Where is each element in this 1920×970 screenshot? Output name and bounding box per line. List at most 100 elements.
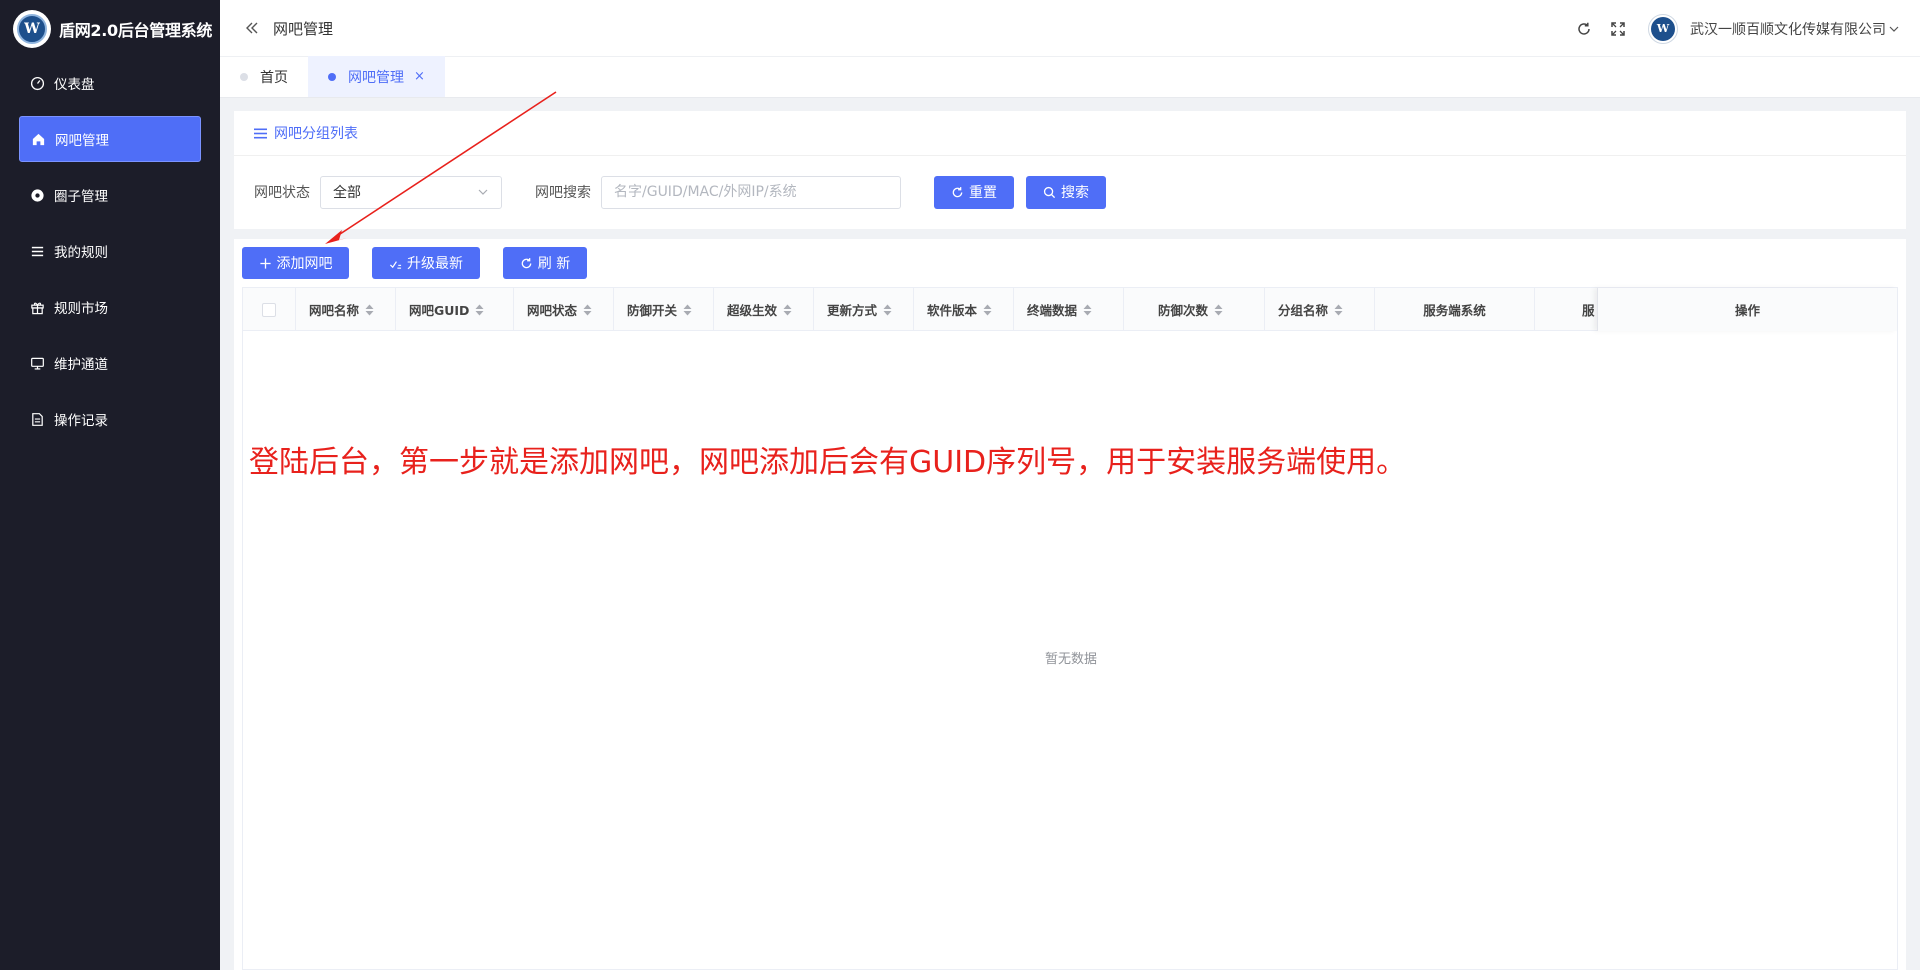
column-label: 网吧GUID — [409, 303, 470, 318]
column-label: 操作 — [1734, 303, 1760, 318]
sort-icon — [365, 304, 374, 315]
refresh-icon — [521, 257, 532, 268]
netbar-table: 网吧名称 网吧GUID 网吧状态 防御开关 超级生效 更新方式 软件版本 终端数… — [242, 287, 1898, 970]
company-name[interactable]: 武汉一顺百顺文化传媒有限公司 — [1690, 19, 1886, 39]
collapse-sidebar-icon[interactable] — [244, 20, 260, 36]
column-label: 更新方式 — [827, 303, 878, 318]
sidebar-item-netbar[interactable]: 网吧管理 — [19, 116, 201, 162]
add-netbar-label: 添加网吧 — [276, 256, 333, 272]
upgrade-latest-button[interactable]: 升级最新 — [372, 247, 480, 279]
empty-state-text: 暂无数据 — [1044, 652, 1097, 667]
tab-label: 首页 — [260, 69, 288, 86]
sort-icon — [783, 304, 792, 315]
search-input[interactable] — [601, 175, 901, 209]
sort-icon — [583, 304, 592, 315]
status-select[interactable]: 全部 — [320, 175, 502, 209]
column-header[interactable]: 终端数据 — [1014, 288, 1124, 331]
select-all-cell — [243, 288, 296, 331]
avatar-letter: W — [1651, 16, 1675, 41]
home-icon — [30, 131, 46, 147]
column-label: 超级生效 — [727, 303, 778, 318]
column-label: 防御次数 — [1158, 303, 1209, 318]
tab-dot-icon — [328, 72, 336, 81]
page-title: 网吧管理 — [273, 19, 334, 38]
column-header[interactable]: 网吧GUID — [396, 288, 514, 331]
column-header[interactable]: 软件版本 — [914, 288, 1014, 331]
column-header-actions: 操作 — [1597, 288, 1897, 331]
reload-icon[interactable] — [1576, 21, 1592, 37]
sidebar-item-dashboard[interactable]: 仪表盘 — [19, 60, 201, 106]
sort-icon — [883, 304, 892, 315]
sort-icon — [1083, 304, 1092, 315]
fullscreen-icon[interactable] — [1610, 21, 1626, 37]
dashboard-icon — [29, 75, 45, 91]
plus-icon — [259, 257, 271, 269]
column-header[interactable]: 更新方式 — [814, 288, 914, 331]
chevron-down-icon — [478, 189, 488, 195]
sidebar-item-label: 规则市场 — [54, 301, 108, 317]
circle-icon — [29, 187, 45, 203]
search-icon — [1043, 186, 1056, 198]
sidebar-item-label: 仪表盘 — [54, 77, 95, 93]
sidebar-item-label: 操作记录 — [54, 413, 108, 429]
sidebar-item-label: 我的规则 — [54, 245, 108, 261]
sidebar-item-maintenance[interactable]: 维护通道 — [19, 340, 201, 386]
table-toolbar: 添加网吧 升级最新 刷 新 — [234, 239, 1906, 287]
column-header[interactable]: 防御次数 — [1124, 288, 1265, 331]
column-header[interactable]: 分组名称 — [1265, 288, 1375, 331]
close-icon[interactable]: × — [414, 69, 425, 84]
refresh-button[interactable]: 刷 新 — [503, 247, 587, 279]
reset-button[interactable]: 重置 — [934, 175, 1014, 209]
menu-lines-icon — [254, 128, 267, 138]
sidebar-item-rule-market[interactable]: 规则市场 — [19, 284, 201, 330]
annotation-text: 登陆后台，第一步就是添加网吧，网吧添加后会有GUID序列号，用于安装服务端使用。 — [249, 445, 1407, 480]
column-label: 服 — [1582, 303, 1595, 318]
add-netbar-button[interactable]: 添加网吧 — [242, 247, 349, 279]
column-label: 分组名称 — [1278, 303, 1329, 318]
reset-button-label: 重置 — [969, 185, 997, 201]
tab-netbar-management[interactable]: 网吧管理 × — [308, 56, 445, 97]
table-header: 网吧名称 网吧GUID 网吧状态 防御开关 超级生效 更新方式 软件版本 终端数… — [243, 288, 1897, 331]
column-label: 网吧名称 — [309, 303, 360, 318]
column-header[interactable]: 超级生效 — [714, 288, 814, 331]
column-header[interactable]: 网吧名称 — [296, 288, 396, 331]
column-header[interactable]: 防御开关 — [614, 288, 714, 331]
status-select-value: 全部 — [333, 185, 361, 201]
search-button[interactable]: 搜索 — [1026, 175, 1106, 209]
upgrade-latest-label: 升级最新 — [407, 256, 463, 272]
sidebar-item-circle[interactable]: 圈子管理 — [19, 172, 201, 218]
sidebar-item-label: 维护通道 — [54, 357, 108, 373]
sort-icon — [1214, 304, 1223, 315]
column-header[interactable]: 网吧状态 — [514, 288, 614, 331]
top-header: 网吧管理 W 武汉一顺百顺文化传媒有限公司 — [220, 0, 1920, 57]
sidebar-item-label: 圈子管理 — [54, 189, 108, 205]
column-label: 终端数据 — [1027, 303, 1078, 318]
sidebar-menu: 仪表盘 网吧管理 圈子管理 我的规则 规则市场 维护通道 操作记录 — [0, 60, 220, 442]
chevron-down-icon[interactable] — [1888, 23, 1900, 35]
column-label: 网吧状态 — [527, 303, 578, 318]
sidebar-item-my-rules[interactable]: 我的规则 — [19, 228, 201, 274]
status-label: 网吧状态 — [254, 185, 310, 201]
tab-home[interactable]: 首页 — [220, 56, 308, 97]
app-title: 盾网2.0后台管理系统 — [59, 20, 213, 40]
upgrade-icon — [389, 260, 402, 269]
monitor-icon — [29, 355, 45, 371]
shield-logo-icon: W — [13, 9, 51, 48]
app-logo[interactable]: W 盾网2.0后台管理系统 — [0, 0, 220, 57]
select-all-checkbox[interactable] — [262, 302, 276, 317]
avatar[interactable]: W — [1648, 13, 1678, 44]
column-header[interactable]: 服务端系统 — [1375, 288, 1535, 331]
tab-label: 网吧管理 — [348, 69, 404, 86]
refresh-button-label: 刷 新 — [537, 256, 571, 272]
table-card: 添加网吧 升级最新 刷 新 网吧名称 网吧GUID 网吧状态 防御开关 超级生效… — [234, 239, 1906, 970]
sort-icon — [683, 304, 692, 315]
column-label: 防御开关 — [627, 303, 678, 318]
sort-icon — [475, 304, 484, 315]
tab-bar: 首页 网吧管理 × — [220, 56, 1920, 98]
sidebar-item-operation-log[interactable]: 操作记录 — [19, 396, 201, 442]
sort-icon — [1334, 304, 1343, 315]
sidebar-item-label: 网吧管理 — [55, 133, 109, 149]
refresh-icon — [952, 186, 963, 197]
logo-letter: W — [17, 13, 47, 44]
header-actions: W 武汉一顺百顺文化传媒有限公司 — [1558, 0, 1900, 57]
